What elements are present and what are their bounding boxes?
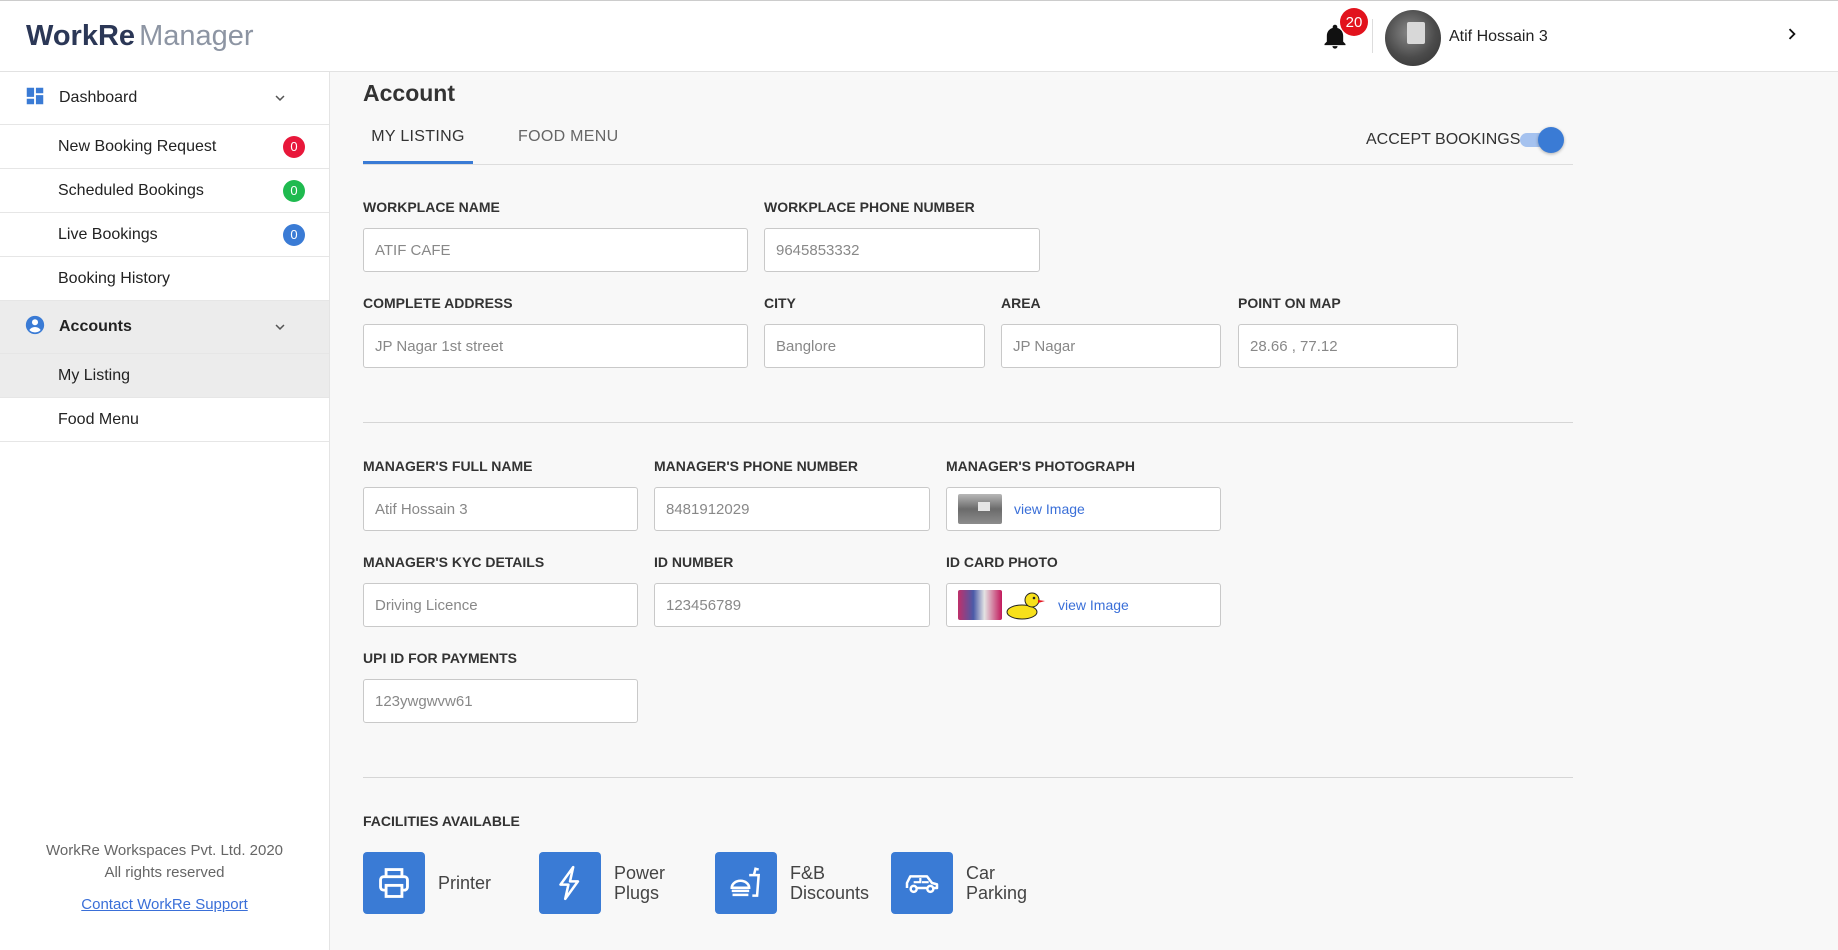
city-field[interactable]: Banglore <box>764 324 985 368</box>
account-circle-icon <box>25 315 45 335</box>
page-title: Account <box>363 80 455 106</box>
manager-name-label: MANAGER'S FULL NAME <box>363 458 533 474</box>
workplace-name-label: WORKPLACE NAME <box>363 199 500 215</box>
upi-field[interactable]: 123ywgwvw61 <box>363 679 638 723</box>
facility-label: Power Plugs <box>614 863 666 903</box>
kyc-label: MANAGER'S KYC DETAILS <box>363 554 545 570</box>
id-number-field[interactable]: 123456789 <box>654 583 930 627</box>
brand-subtitle: Manager <box>139 20 254 52</box>
count-badge: 0 <box>283 223 305 246</box>
sidebar-item-scheduled-bookings[interactable]: Scheduled Bookings 0 <box>0 169 329 213</box>
sidebar-item-label: Live Bookings <box>58 225 158 243</box>
manager-phone-label: MANAGER'S PHONE NUMBER <box>654 458 859 474</box>
city-label: CITY <box>764 295 796 311</box>
view-image-link[interactable]: view Image <box>1058 597 1129 613</box>
workplace-name-field[interactable]: ATIF CAFE <box>363 228 748 272</box>
area-label: AREA <box>1001 295 1041 311</box>
count-badge: 0 <box>283 179 305 202</box>
brand-name: WorkRe <box>26 20 136 52</box>
car-icon <box>891 852 953 914</box>
sidebar-item-live-bookings[interactable]: Live Bookings 0 <box>0 213 329 257</box>
contact-support-link[interactable]: Contact WorkRe Support <box>0 896 329 913</box>
footer-rights: All rights reserved <box>104 864 225 881</box>
address-label: COMPLETE ADDRESS <box>363 295 513 311</box>
food-drink-icon <box>715 852 777 914</box>
id-card-thumbnail <box>958 590 1002 620</box>
sidebar-item-label: My Listing <box>58 366 131 384</box>
printer-icon <box>363 852 425 914</box>
section-divider <box>363 777 1573 778</box>
avatar[interactable] <box>1385 10 1441 66</box>
point-on-map-field[interactable]: 28.66 , 77.12 <box>1238 324 1458 368</box>
chevron-right-icon[interactable] <box>1781 23 1803 45</box>
power-plug-icon <box>539 852 601 914</box>
sidebar-item-dashboard[interactable]: Dashboard <box>0 72 329 125</box>
manager-phone-field[interactable]: 8481912029 <box>654 487 930 531</box>
footer-copyright: WorkRe Workspaces Pvt. Ltd. 2020 All rig… <box>0 840 329 884</box>
sidebar-item-label: Dashboard <box>59 89 138 106</box>
chevron-down-icon[interactable] <box>271 89 289 107</box>
id-card-photo-field[interactable]: view Image <box>946 583 1221 627</box>
manager-photo-field[interactable]: view Image <box>946 487 1221 531</box>
sidebar-item-label: Accounts <box>59 318 132 335</box>
duck-icon <box>1006 592 1045 620</box>
facility-label: Car Parking <box>966 863 1028 903</box>
tabs-divider <box>363 164 1573 165</box>
upi-label: UPI ID FOR PAYMENTS <box>363 650 518 666</box>
count-badge: 0 <box>283 135 305 158</box>
sidebar-item-food-menu[interactable]: Food Menu <box>0 398 329 442</box>
sidebar-item-booking-history[interactable]: Booking History <box>0 257 329 301</box>
workplace-phone-label: WORKPLACE PHONE NUMBER <box>764 199 975 215</box>
sidebar-item-label: Booking History <box>58 269 171 287</box>
top-bar: WorkRe Manager 20 Atif Hossain 3 <box>0 0 1838 72</box>
area-field[interactable]: JP Nagar <box>1001 324 1221 368</box>
facility-label: F&B Discounts <box>790 863 870 903</box>
sidebar-item-new-booking-request[interactable]: New Booking Request 0 <box>0 125 329 169</box>
manager-photo-thumbnail <box>958 494 1002 524</box>
facility-power-plugs[interactable]: Power Plugs <box>539 852 694 914</box>
sidebar-item-label: Food Menu <box>58 410 139 428</box>
sidebar-item-label: Scheduled Bookings <box>58 181 204 199</box>
notification-badge: 20 <box>1340 8 1368 36</box>
section-divider <box>363 422 1573 423</box>
chevron-down-icon[interactable] <box>271 318 289 336</box>
sidebar-item-accounts[interactable]: Accounts <box>0 301 329 354</box>
facility-car-parking[interactable]: Car Parking <box>891 852 1046 914</box>
accept-bookings-toggle[interactable] <box>1520 127 1564 153</box>
tab-food-menu[interactable]: FOOD MENU <box>518 128 618 146</box>
sidebar-item-label: New Booking Request <box>58 137 217 155</box>
footer-company: WorkRe Workspaces Pvt. Ltd. 2020 <box>45 842 284 859</box>
user-name[interactable]: Atif Hossain 3 <box>1449 28 1548 46</box>
manager-photo-label: MANAGER'S PHOTOGRAPH <box>946 458 1135 474</box>
tab-my-listing[interactable]: MY LISTING <box>363 128 473 146</box>
tab-label: FOOD MENU <box>518 128 619 145</box>
dashboard-icon <box>26 87 44 105</box>
kyc-field[interactable]: Driving Licence <box>363 583 638 627</box>
view-image-link[interactable]: view Image <box>1014 501 1085 517</box>
header-divider <box>1372 19 1373 53</box>
facility-printer[interactable]: Printer <box>363 852 491 914</box>
id-number-label: ID NUMBER <box>654 554 734 570</box>
address-field[interactable]: JP Nagar 1st street <box>363 324 748 368</box>
workplace-phone-field[interactable]: 9645853332 <box>764 228 1040 272</box>
facilities-label: FACILITIES AVAILABLE <box>363 813 520 829</box>
toggle-knob <box>1538 127 1564 153</box>
manager-name-field[interactable]: Atif Hossain 3 <box>363 487 638 531</box>
point-on-map-label: POINT ON MAP <box>1238 295 1341 311</box>
facility-label: Printer <box>438 873 492 893</box>
brand-logo[interactable]: WorkRe Manager <box>26 20 254 53</box>
sidebar: Dashboard New Booking Request 0 Schedule… <box>0 72 330 950</box>
facility-fb-discounts[interactable]: F&B Discounts <box>715 852 870 914</box>
tab-label: MY LISTING <box>371 128 465 145</box>
accept-bookings-label: ACCEPT BOOKINGS <box>1366 131 1521 148</box>
id-card-photo-label: ID CARD PHOTO <box>946 554 1058 570</box>
sidebar-item-my-listing[interactable]: My Listing <box>0 354 329 398</box>
